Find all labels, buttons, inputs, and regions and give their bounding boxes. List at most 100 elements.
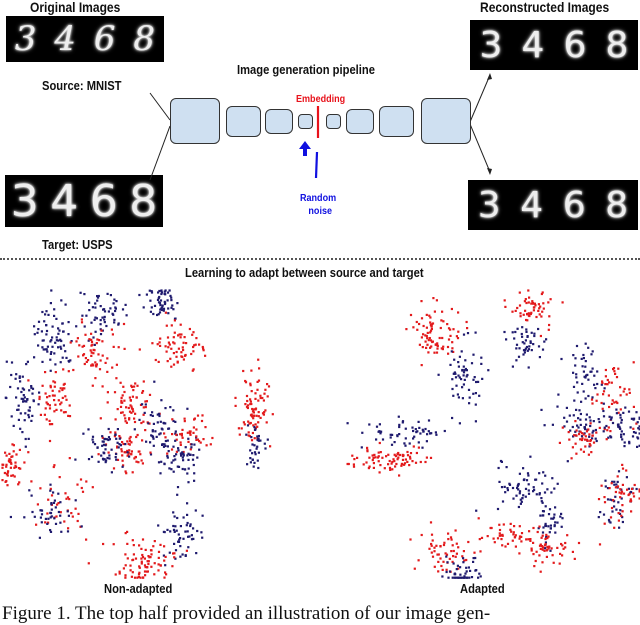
source-point bbox=[451, 378, 454, 381]
target-point bbox=[53, 399, 56, 402]
source-point bbox=[591, 367, 594, 370]
target-point bbox=[93, 349, 96, 352]
source-point bbox=[201, 536, 204, 539]
target-point bbox=[259, 394, 262, 397]
target-point bbox=[465, 320, 468, 324]
source-point bbox=[74, 458, 77, 461]
target-point bbox=[94, 361, 97, 364]
source-point bbox=[477, 576, 480, 579]
source-point bbox=[521, 326, 524, 329]
target-point bbox=[124, 576, 127, 579]
source-point bbox=[97, 460, 100, 463]
target-point bbox=[525, 301, 528, 305]
source-point bbox=[164, 439, 167, 443]
source-point bbox=[195, 552, 198, 555]
target-point bbox=[257, 411, 260, 414]
target-point bbox=[519, 315, 522, 318]
cluster-source bbox=[33, 289, 73, 372]
target-point bbox=[498, 534, 501, 537]
source-point bbox=[397, 415, 400, 418]
source-point bbox=[189, 524, 192, 528]
source-point bbox=[124, 443, 127, 446]
target-point bbox=[130, 575, 133, 578]
target-point bbox=[445, 553, 449, 556]
target-point bbox=[143, 564, 147, 567]
target-point bbox=[612, 368, 615, 371]
source-point bbox=[475, 509, 478, 512]
target-point bbox=[388, 466, 392, 469]
target-point bbox=[77, 355, 80, 358]
target-point bbox=[621, 467, 625, 470]
source-point bbox=[585, 413, 588, 416]
target-point bbox=[71, 515, 74, 518]
target-point bbox=[514, 545, 517, 548]
target-point bbox=[204, 354, 207, 357]
source-point bbox=[59, 521, 62, 524]
source-point bbox=[588, 416, 591, 419]
source-point bbox=[474, 420, 477, 423]
source-point bbox=[544, 547, 547, 550]
source-point bbox=[504, 491, 507, 494]
target-point bbox=[118, 572, 121, 575]
source-point bbox=[537, 327, 540, 331]
target-point bbox=[164, 345, 167, 348]
source-point bbox=[94, 302, 97, 305]
source-point bbox=[584, 365, 587, 368]
target-point bbox=[112, 345, 115, 348]
target-point bbox=[95, 342, 98, 345]
target-point bbox=[447, 338, 451, 341]
source-point bbox=[174, 525, 177, 528]
target-point bbox=[271, 413, 274, 416]
target-point bbox=[249, 400, 252, 403]
source-point bbox=[629, 426, 632, 429]
target-point bbox=[622, 390, 625, 393]
target-point bbox=[87, 562, 90, 565]
target-point bbox=[132, 544, 135, 547]
target-point bbox=[98, 339, 101, 342]
target-point bbox=[425, 313, 428, 316]
source-point bbox=[527, 483, 530, 486]
target-point bbox=[610, 381, 613, 384]
source-point bbox=[551, 477, 554, 480]
source-point bbox=[55, 339, 58, 342]
source-point bbox=[479, 575, 482, 578]
target-point bbox=[387, 463, 390, 466]
target-point bbox=[447, 327, 451, 330]
target-point bbox=[46, 396, 49, 399]
target-point bbox=[69, 341, 72, 344]
source-point bbox=[101, 316, 104, 319]
target-point bbox=[5, 463, 8, 466]
source-point bbox=[67, 514, 70, 517]
target-point bbox=[528, 296, 531, 299]
source-point bbox=[179, 545, 182, 548]
target-point bbox=[628, 391, 631, 394]
source-point bbox=[620, 435, 623, 439]
target-point bbox=[192, 431, 195, 434]
source-point bbox=[16, 387, 20, 390]
source-point bbox=[257, 439, 260, 442]
target-point bbox=[27, 451, 30, 454]
source-point bbox=[505, 338, 508, 341]
target-point bbox=[94, 377, 97, 380]
target-point bbox=[99, 417, 102, 420]
source-point bbox=[192, 463, 195, 467]
target-point bbox=[140, 421, 143, 425]
target-point bbox=[457, 311, 460, 314]
source-point bbox=[452, 394, 455, 397]
source-point bbox=[99, 323, 102, 326]
source-point bbox=[145, 293, 148, 296]
source-point bbox=[596, 382, 599, 386]
source-point bbox=[151, 430, 154, 433]
source-point bbox=[441, 575, 444, 578]
source-point bbox=[620, 418, 623, 422]
target-point bbox=[609, 430, 612, 433]
source-point bbox=[192, 527, 195, 530]
source-point bbox=[496, 507, 500, 511]
target-point bbox=[621, 463, 624, 466]
target-point bbox=[424, 460, 427, 464]
target-point bbox=[406, 460, 409, 463]
target-point bbox=[57, 399, 60, 402]
source-point bbox=[172, 470, 175, 473]
target-point bbox=[14, 461, 17, 464]
source-point bbox=[61, 356, 64, 359]
